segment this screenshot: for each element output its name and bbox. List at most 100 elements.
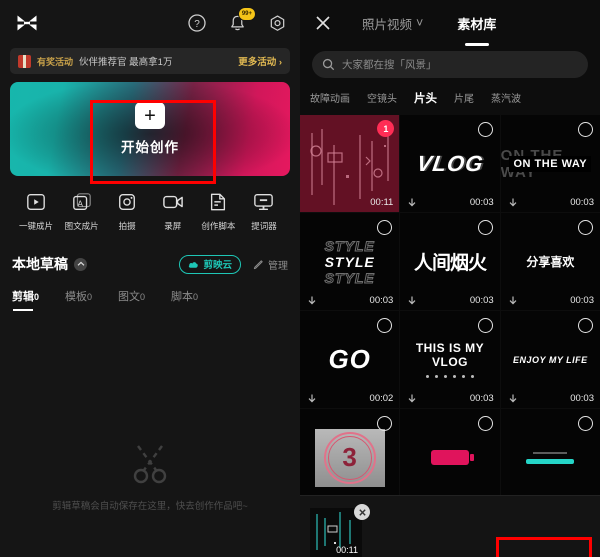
download-icon[interactable] [507,294,519,306]
draft-tab-count: 0 [87,292,93,302]
duration-label: 00:02 [369,393,394,404]
select-circle-icon[interactable] [477,220,493,235]
duration-label: 00:03 [369,295,394,306]
search-bar[interactable]: 大家都在搜「风景」 [312,51,588,78]
tool-auto-cut[interactable]: 一键成片 [14,190,58,232]
tool-label: 提词器 [251,221,277,231]
draft-tab-scripts[interactable]: 脚本0 [171,288,198,304]
teleprompter-icon [242,190,286,214]
activity-banner[interactable]: 有奖活动 伙伴推荐官 最高拿1万 更多活动 › [10,48,290,74]
category-ending[interactable]: 片尾 [454,90,474,105]
selection-badge: 1 [377,120,395,137]
download-icon[interactable] [406,392,418,404]
category-vaporwave[interactable]: 蒸汽波 [491,90,521,105]
thumbnail-text: VLOG [415,150,485,176]
drafts-header: 本地草稿 剪映云 管理 [0,232,300,274]
material-item[interactable]: 1 00:11 [300,115,400,212]
text-image-icon: A [60,190,104,214]
pink-bar-graphic [430,450,474,465]
material-item[interactable] [400,409,500,506]
select-circle-icon[interactable] [477,318,493,333]
manage-label: 管理 [268,260,288,272]
panel-tabs: 照片视频 ˅ 素材库 [362,14,496,33]
category-glitch[interactable]: 故障动画 [310,90,350,105]
thumbnail-text: 人间烟火 [413,253,487,274]
download-icon[interactable] [306,392,318,404]
chevron-up-icon[interactable] [74,257,87,271]
top-icon-group: ? 99+ [186,7,288,34]
teal-cap-graphic [533,451,568,454]
material-item[interactable]: ON THE WAY ON THE WAY 00:03 [500,115,600,212]
duration-label: 00:03 [469,393,494,404]
download-icon[interactable] [507,196,519,208]
tool-screen-record[interactable]: 录屏 [151,190,195,232]
tool-teleprompter[interactable]: 提词器 [242,190,286,232]
tool-text-to-video[interactable]: A 图文成片 [60,190,104,232]
selection-bar: 00:11 [300,495,600,557]
category-opening[interactable]: 片头 [414,90,437,106]
download-icon[interactable] [507,392,519,404]
tab-photo-video[interactable]: 照片视频 ˅ [362,14,423,33]
material-item[interactable]: VLOG 00:03 [400,115,500,212]
tool-camera[interactable]: 拍摄 [105,190,149,232]
draft-tab-label: 剪辑 [12,291,34,303]
material-item[interactable]: 人间烟火 00:03 [400,213,500,310]
plus-glyph: + [144,104,156,127]
close-icon[interactable] [314,14,332,32]
scissors-icon [0,440,300,486]
banner-more-link[interactable]: 更多活动 › [238,54,282,68]
draft-tab-count: 0 [140,292,146,302]
pencil-icon [253,259,263,269]
svg-text:?: ? [194,19,200,30]
download-icon[interactable] [406,294,418,306]
download-icon[interactable] [306,294,318,306]
tool-label: 一键成片 [18,221,53,231]
drafts-empty-text: 剪辑草稿会自动保存在这里，快去创作作品吧~ [52,501,248,512]
tool-label: 拍摄 [118,221,136,231]
notification-badge: 99+ [237,7,256,21]
cloud-button-label: 剪映云 [203,260,232,271]
duration-label: 00:03 [469,197,494,208]
select-circle-icon[interactable] [477,416,493,431]
search-icon [322,58,335,71]
draft-tab-label: 脚本 [171,291,194,303]
material-item[interactable]: 3 [300,409,400,506]
material-item[interactable]: GO 00:02 [300,311,400,408]
category-empty-shot[interactable]: 空镜头 [367,90,397,105]
left-home-panel: ? 99+ 有奖活动 伙伴推荐官 最高拿1万 更多活动 › + 开始创作 一键成… [0,0,300,557]
help-icon[interactable]: ? [186,12,208,34]
draft-tab-templates[interactable]: 模板0 [65,288,92,304]
camera-icon [105,190,149,214]
thumbnail-text: ON THE WAY [509,155,592,172]
remove-clip-icon[interactable] [354,504,370,520]
material-item[interactable]: THIS IS MY VLOG 00:03 [400,311,500,408]
select-circle-icon[interactable] [578,220,593,235]
cloud-button[interactable]: 剪映云 [179,254,241,274]
select-circle-icon[interactable] [477,122,493,137]
download-icon[interactable] [406,196,418,208]
banner-tag: 有奖活动 [37,56,74,67]
notification-bell-icon[interactable]: 99+ [226,7,256,34]
material-item[interactable]: ENJOY MY LIFE 00:03 [500,311,600,408]
manage-button[interactable]: 管理 [253,257,288,272]
draft-tab-graphics[interactable]: 图文0 [118,288,145,304]
banner-text: 伙伴推荐官 最高拿1万 [79,57,173,68]
draft-tab-label: 模板 [65,291,88,303]
select-circle-icon[interactable] [578,416,593,431]
duration-label: 00:03 [570,295,594,306]
search-placeholder: 大家都在搜「风景」 [342,59,437,71]
select-circle-icon[interactable] [578,122,593,137]
settings-icon[interactable] [266,12,288,34]
select-circle-icon[interactable] [578,318,593,333]
countdown-graphic: 3 [314,428,385,487]
tab-material-library[interactable]: 素材库 [457,14,496,33]
thumbnail-text: 3 [342,442,357,472]
category-tabs: 故障动画 空镜头 片头 片尾 蒸汽波 [300,78,600,106]
material-item[interactable]: STYLE STYLE STYLE 00:03 [300,213,400,310]
tool-script[interactable]: 创作脚本 [196,190,240,232]
selected-clip-duration: 00:11 [336,545,358,555]
material-item[interactable] [500,409,600,506]
start-creating-card[interactable]: + 开始创作 [10,82,290,176]
material-item[interactable]: 分享喜欢 00:03 [500,213,600,310]
draft-tab-clips[interactable]: 剪辑0 [12,288,39,311]
